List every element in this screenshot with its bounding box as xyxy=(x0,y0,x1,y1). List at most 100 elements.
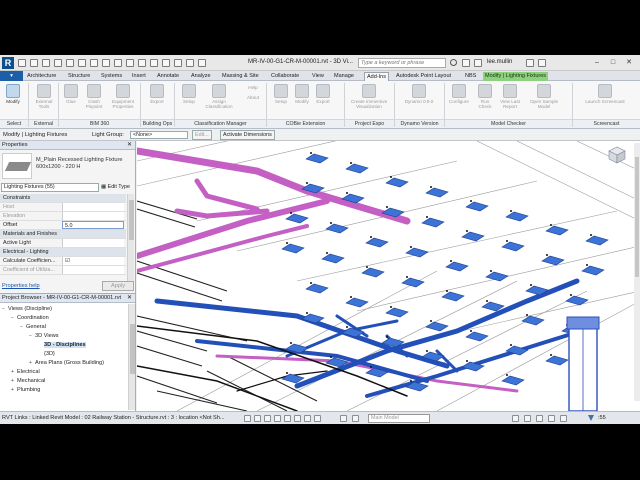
classification-setup-tool[interactable]: Setup xyxy=(178,82,200,104)
shadows-icon[interactable] xyxy=(284,415,291,422)
tab-massing-site[interactable]: Massing & Site xyxy=(220,72,261,81)
help-tool[interactable]: Help xyxy=(242,82,264,94)
search-icon[interactable] xyxy=(450,59,457,66)
maximize-button[interactable]: □ xyxy=(608,58,618,68)
cobie-setup-tool[interactable]: Setup xyxy=(270,82,292,104)
search-input[interactable]: Type a keyword or phrase xyxy=(358,58,446,68)
filter-icon[interactable] xyxy=(588,415,594,421)
lighting-fixture[interactable] xyxy=(285,213,309,224)
dynamo-version-tool[interactable]: Dynamo 0.9.0 xyxy=(398,82,440,104)
design-option-dropdown[interactable]: Main Model xyxy=(368,414,430,423)
tab-structure[interactable]: Structure xyxy=(66,72,92,81)
subscription-icon[interactable] xyxy=(462,59,470,67)
instance-filter-dropdown[interactable]: Lighting Fixtures (55) xyxy=(1,183,99,192)
lighting-fixture[interactable] xyxy=(365,237,389,248)
lighting-fixture[interactable] xyxy=(445,261,469,272)
open-sample-model-tool[interactable]: Open Sample Model xyxy=(528,82,560,109)
run-check-tool[interactable]: Run Check xyxy=(474,82,496,109)
close-windows-icon[interactable] xyxy=(174,59,182,67)
lighting-fixture[interactable] xyxy=(425,321,449,332)
lighting-fixture[interactable] xyxy=(281,243,305,254)
scale-icon[interactable] xyxy=(244,415,251,422)
lighting-fixture[interactable] xyxy=(345,297,369,308)
open-icon[interactable] xyxy=(18,59,26,67)
tree-node-3d-default[interactable]: {3D} xyxy=(38,350,55,358)
lighting-fixture[interactable] xyxy=(545,355,569,366)
help-icon[interactable] xyxy=(538,59,546,67)
lighting-fixture[interactable] xyxy=(441,291,465,302)
select-underlay-icon[interactable] xyxy=(524,415,531,422)
view-last-report-tool[interactable]: View Last Report xyxy=(497,82,523,109)
tab-view[interactable]: View xyxy=(310,72,326,81)
tab-manage[interactable]: Manage xyxy=(332,72,356,81)
lighting-fixture[interactable] xyxy=(541,255,565,266)
tree-node-mechanical[interactable]: + Mechanical xyxy=(11,377,45,385)
about-tool[interactable]: About xyxy=(242,95,264,100)
lighting-fixture[interactable] xyxy=(501,375,525,386)
lighting-fixture[interactable] xyxy=(385,177,409,188)
clash-pinpoint-tool[interactable]: Clash Pinpoint xyxy=(83,82,105,109)
project-browser-scrollbar[interactable] xyxy=(128,304,135,410)
user-name[interactable]: lee.mullin xyxy=(487,59,512,65)
lighting-fixture[interactable] xyxy=(545,225,569,236)
light-group-dropdown[interactable]: <None> xyxy=(130,131,188,139)
tab-architecture[interactable]: Architecture xyxy=(25,72,58,81)
lighting-fixture[interactable] xyxy=(465,201,489,212)
lighting-fixture[interactable] xyxy=(305,283,329,294)
tag-icon[interactable] xyxy=(114,59,122,67)
lighting-fixture[interactable] xyxy=(405,247,429,258)
apply-button[interactable]: Apply xyxy=(102,281,134,291)
close-icon[interactable]: ✕ xyxy=(127,141,132,150)
property-group-materials[interactable]: Materials and Finishes xyxy=(0,230,126,239)
tab-collaborate[interactable]: Collaborate xyxy=(269,72,301,81)
sun-path-icon[interactable] xyxy=(274,415,281,422)
tab-modify-lighting-fixtures[interactable]: Modify | Lighting Fixtures xyxy=(483,72,549,81)
tree-node-electrical[interactable]: + Electrical xyxy=(11,368,40,376)
lighting-fixture[interactable] xyxy=(321,253,345,264)
select-links-icon[interactable] xyxy=(512,415,519,422)
temporary-hide-icon[interactable] xyxy=(304,415,311,422)
tree-node-area-plans[interactable]: + Area Plans (Gross Building) xyxy=(29,359,104,367)
tab-autodesk-point-layout[interactable]: Autodesk Point Layout xyxy=(394,72,453,81)
cobie-export-tool[interactable]: Export xyxy=(312,82,334,104)
select-by-face-icon[interactable] xyxy=(548,415,555,422)
switch-windows-icon[interactable] xyxy=(186,59,194,67)
lighting-fixture[interactable] xyxy=(345,163,369,174)
glue-tool[interactable]: Glue xyxy=(60,82,82,104)
property-group-electrical-lighting[interactable]: Electrical - Lighting xyxy=(0,248,126,257)
properties-help-link[interactable]: Properties help xyxy=(2,283,40,289)
property-group-constraints[interactable]: Constraints xyxy=(0,194,126,203)
tree-node-views-discipline[interactable]: − Views (Discipline) xyxy=(2,305,52,313)
save-icon[interactable] xyxy=(30,59,38,67)
tab-analyze[interactable]: Analyze xyxy=(189,72,213,81)
lighting-fixture[interactable] xyxy=(485,271,509,282)
reveal-hidden-icon[interactable] xyxy=(314,415,321,422)
selected-column[interactable] xyxy=(566,316,600,411)
worksets-icon[interactable] xyxy=(340,415,347,422)
edit-light-group-button[interactable]: Edit... xyxy=(192,130,212,140)
model-drawing[interactable] xyxy=(137,141,640,411)
tree-node-general[interactable]: − General xyxy=(20,323,46,331)
print-icon[interactable] xyxy=(78,59,86,67)
lighting-fixture[interactable] xyxy=(505,211,529,222)
lighting-fixture[interactable] xyxy=(465,331,489,342)
3d-viewport[interactable] xyxy=(137,141,640,411)
tree-node-3d-views[interactable]: −3D Views xyxy=(29,332,59,340)
customize-icon[interactable] xyxy=(198,59,206,67)
equipment-properties-tool[interactable]: Equipment Properties xyxy=(108,82,138,109)
lighting-fixture[interactable] xyxy=(305,153,329,164)
dimension-icon[interactable] xyxy=(102,59,110,67)
close-icon[interactable]: ✕ xyxy=(127,294,132,302)
measure-icon[interactable] xyxy=(90,59,98,67)
section-icon[interactable] xyxy=(150,59,158,67)
visual-style-icon[interactable] xyxy=(264,415,271,422)
lighting-fixture[interactable] xyxy=(501,241,525,252)
lighting-fixture[interactable] xyxy=(325,223,349,234)
cobie-modify-tool[interactable]: Modify xyxy=(291,82,313,104)
type-selector[interactable]: M_Plain Recessed Lighting Fixture 600x12… xyxy=(36,157,132,171)
create-immersive-visualization-tool[interactable]: Create Immersive Visualization xyxy=(346,82,392,109)
editable-only-icon[interactable] xyxy=(352,415,359,422)
tree-node-plumbing[interactable]: + Plumbing xyxy=(11,386,40,394)
close-button[interactable]: ✕ xyxy=(624,58,634,68)
lighting-fixture[interactable] xyxy=(581,265,605,276)
